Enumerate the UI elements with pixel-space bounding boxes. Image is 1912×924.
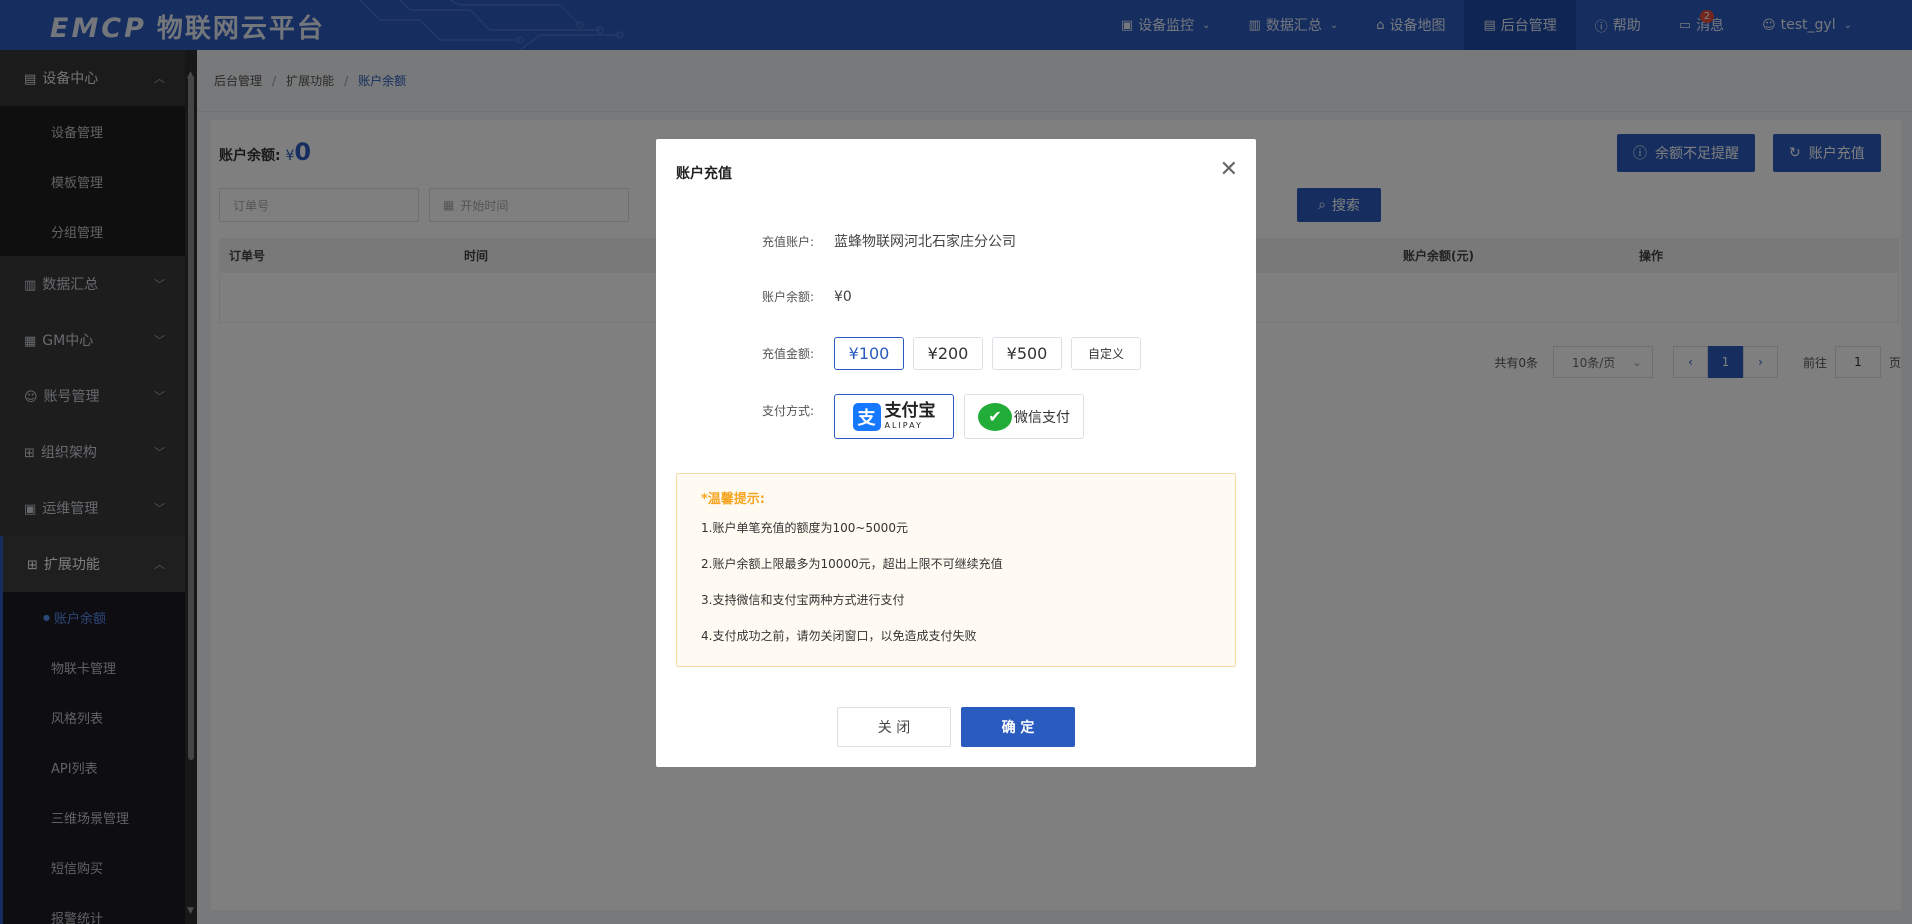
- dialog-title: 账户充值: [676, 166, 732, 182]
- recharge-dialog: 账户充值 ✕ 充值账户: 蓝蜂物联网河北石家庄分公司 账户余额: ¥0 充值金额…: [656, 139, 1256, 767]
- alipay-icon: 支: [852, 402, 881, 431]
- alipay-brand: 支付宝 ALIPAY: [885, 403, 936, 430]
- account-row: 充值账户: 蓝蜂物联网河北石家庄分公司: [656, 231, 1256, 251]
- balance-value: ¥0: [834, 288, 852, 305]
- balance-label: 账户余额:: [761, 290, 814, 304]
- account-label: 充值账户:: [761, 234, 814, 249]
- tip-line: 4.支付成功之前，请勿关闭窗口，以免造成支付失败: [701, 629, 977, 643]
- alipay-cn: 支付宝: [884, 401, 936, 421]
- amount-option-custom[interactable]: 自定义: [1071, 337, 1141, 370]
- amount-row: 充值金额: ¥100 ¥200 ¥500 自定义: [656, 337, 1256, 370]
- alipay-option[interactable]: 支 支付宝 ALIPAY: [834, 394, 954, 439]
- balance-row: 账户余额: ¥0: [656, 288, 1256, 305]
- alipay-en: ALIPAY: [884, 421, 923, 430]
- tip-line: 2.账户余额上限最多为10000元，超出上限不可继续充值: [701, 557, 1003, 571]
- amount-option-200[interactable]: ¥200: [913, 337, 983, 370]
- wechat-pay-option[interactable]: ✔ 微信支付: [964, 394, 1084, 439]
- account-value: 蓝蜂物联网河北石家庄分公司: [834, 234, 1016, 250]
- confirm-button[interactable]: 确 定: [961, 707, 1075, 747]
- tips-box: *温馨提示: 1.账户单笔充值的额度为100~5000元 2.账户余额上限最多为…: [676, 473, 1236, 667]
- tip-line: 3.支持微信和支付宝两种方式进行支付: [701, 593, 905, 607]
- close-button[interactable]: 关 闭: [837, 707, 951, 747]
- payment-row: 支付方式: 支 支付宝 ALIPAY ✔ 微信支付: [656, 394, 1256, 439]
- tip-line: 1.账户单笔充值的额度为100~5000元: [701, 521, 908, 535]
- amount-label: 充值金额:: [761, 347, 814, 361]
- wechat-label: 微信支付: [1014, 409, 1070, 426]
- amount-option-500[interactable]: ¥500: [992, 337, 1062, 370]
- tips-title: *温馨提示:: [701, 492, 765, 507]
- amount-option-100[interactable]: ¥100: [834, 337, 904, 370]
- payment-label: 支付方式:: [761, 404, 814, 418]
- wechat-icon: ✔: [978, 402, 1012, 431]
- close-icon[interactable]: ✕: [1220, 157, 1238, 182]
